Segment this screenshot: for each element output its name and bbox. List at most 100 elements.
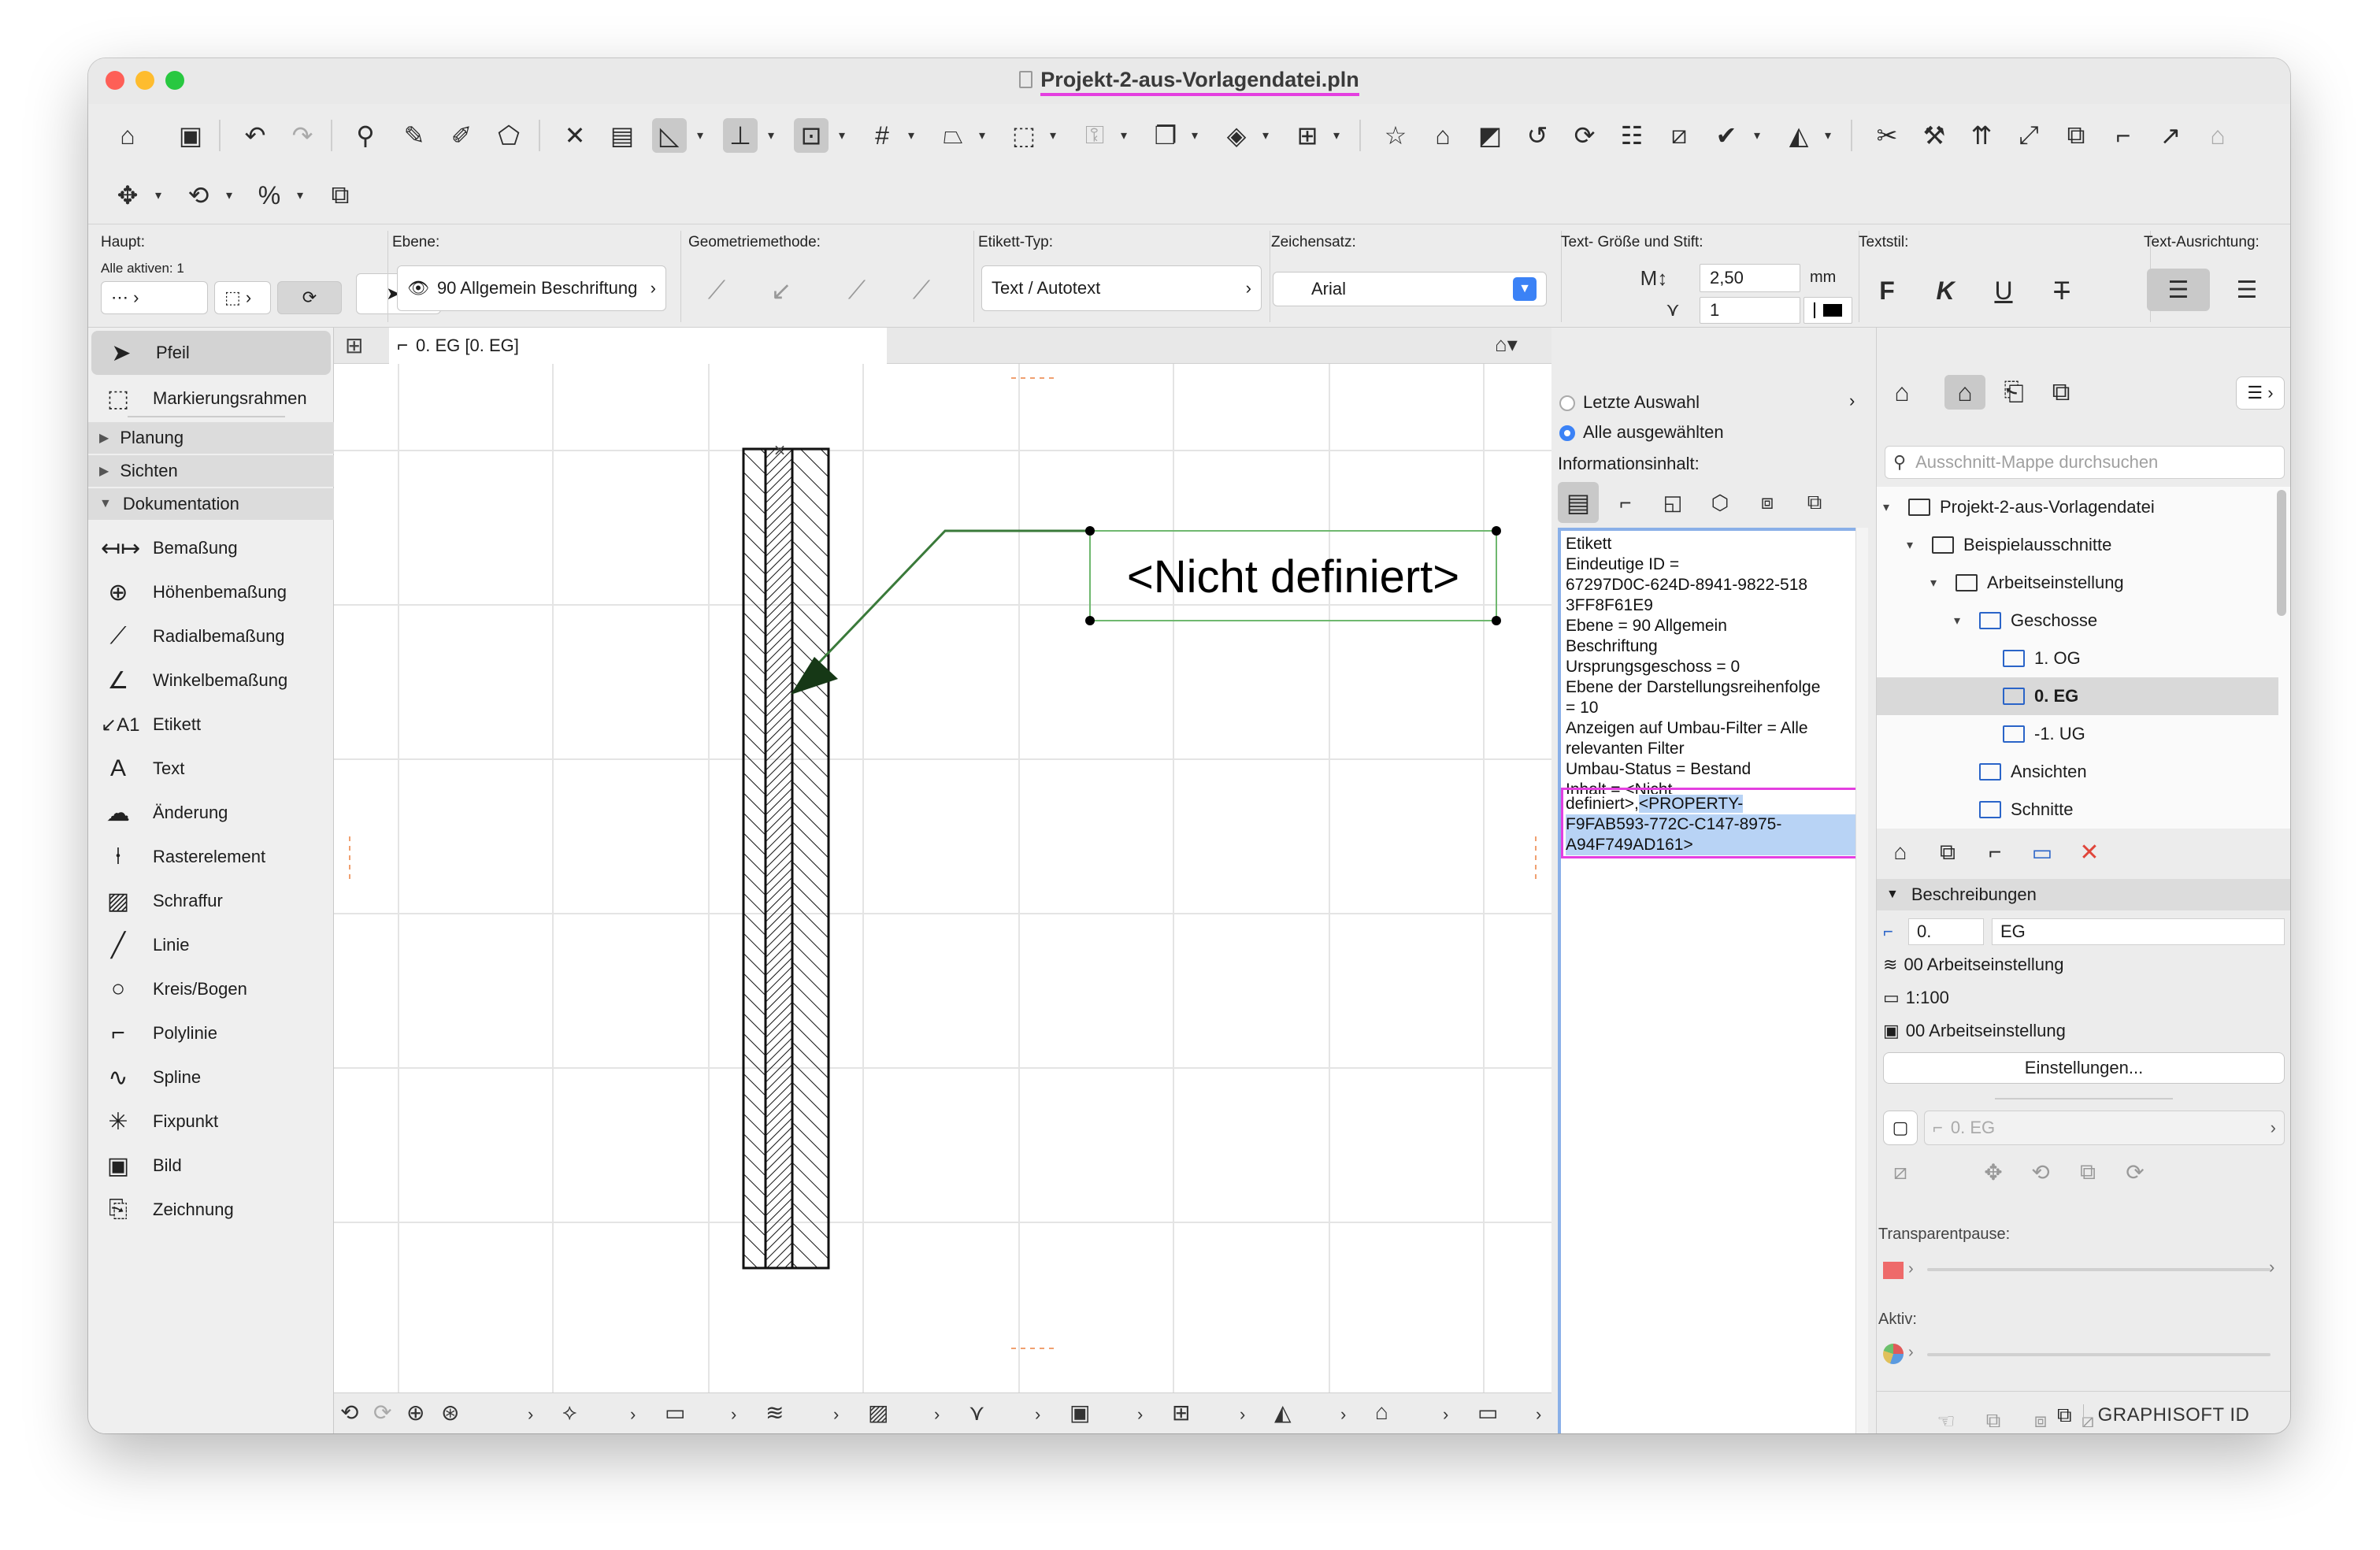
font-dropdown[interactable]: Arial ▼ [1273,272,1547,306]
curve-icon[interactable]: ↗ [2153,118,2188,153]
chevron-right-icon[interactable]: › [1443,1404,1448,1425]
tree-item-minus-1-ug[interactable]: -1. UG [2003,715,2085,753]
tool-radialbemassung[interactable]: ⟋ Radialbemaßung [88,614,334,658]
chevron-down-icon[interactable]: ▾ [975,118,989,153]
snap-guides-icon[interactable]: ⊥ [723,118,758,153]
chevron-right-icon[interactable]: › [528,1404,533,1425]
scale-icon[interactable]: ▭ [665,1400,685,1426]
align-justify-button[interactable]: ☰ [2218,269,2276,311]
underline-button[interactable]: U [1986,273,2021,308]
offset-icon[interactable]: ⧉ [2059,118,2093,153]
snap-icon[interactable]: ✕ [558,118,592,153]
markup-icon[interactable]: ▭ [1477,1400,1498,1426]
move-icon[interactable]: ✥ [110,178,145,213]
tree-scrollbar[interactable] [2277,490,2286,616]
resize-icon[interactable]: ⤢ [2011,118,2046,153]
group-planung[interactable]: ▶ Planung [88,422,334,454]
classification-info-icon[interactable]: ⧉ [1797,485,1832,520]
edit-selection-icon[interactable]: ⬠ [491,118,526,153]
tool-fixpunkt[interactable]: ✳ Fixpunkt [88,1099,334,1144]
group-icon[interactable]: ❐ [1148,118,1183,153]
tool-hoehenbemassung[interactable]: ⊕ Höhenbemaßung [88,570,334,614]
tool-schraffur[interactable]: ▨ Schraffur [88,879,334,923]
tree-item-arbeitseinstellung[interactable]: ▾ Arbeitseinstellung [1930,564,2124,602]
tool-text[interactable]: A Text [88,747,334,791]
chevron-down-icon[interactable]: ▾ [1750,118,1764,153]
view-id-input[interactable]: 0. [1908,918,1984,945]
tool-spline[interactable]: ∿ Spline [88,1055,334,1099]
wall-element[interactable]: × [742,440,830,1270]
tool-markierungsrahmen[interactable]: ⬚ Markierungsrahmen [88,376,334,421]
chevron-right-icon[interactable]: › [934,1404,940,1425]
general-info-icon[interactable]: ▤ [1558,482,1599,523]
chevron-right-icon[interactable]: › [1137,1404,1143,1425]
geometry-method-3-icon[interactable]: ⟋ [840,273,874,308]
chevron-down-icon[interactable]: ▾ [151,178,165,213]
group-sichten[interactable]: ▶ Sichten [88,455,334,487]
floor-plan-canvas[interactable]: ⊞ ⌐ 0. EG [0. EG] ⌂▾ × <Nicht definiert>… [334,328,1551,1433]
tool-rasterelement[interactable]: ⍿ Rasterelement [88,835,334,879]
chevron-down-icon[interactable]: ▾ [1259,118,1273,153]
tool-etikett[interactable]: ↙A1 Etikett [88,703,334,747]
chevron-down-icon[interactable]: ▾ [222,178,236,213]
schedule-icon[interactable]: ☷ [1614,118,1649,153]
roof-icon[interactable]: ⌂ [2200,118,2235,153]
layers-icon[interactable]: ≋ [766,1400,784,1426]
chevron-right-icon[interactable]: › [1849,391,1855,411]
zoom-undo-icon[interactable]: ⟲ [340,1400,358,1426]
label-tag-icon[interactable]: ⧄ [1662,118,1696,153]
magic-wand-button[interactable]: ⟳ [277,281,342,314]
selection-type-dropdown[interactable]: ⋯ › [101,281,208,314]
story-toggle-button[interactable]: ▢ [1883,1111,1918,1145]
structure-icon[interactable]: ◭ [1274,1400,1292,1426]
chevron-right-icon[interactable]: › [833,1404,839,1425]
bold-button[interactable]: F [1870,273,1904,308]
tool-polylinie[interactable]: ⌐ Polylinie [88,1011,334,1055]
project-map-icon[interactable]: ⌂ [1885,375,1919,410]
zoom-redo-icon[interactable]: ⟳ [373,1400,391,1426]
transparency-slider[interactable] [1927,1268,2271,1271]
trace-icon[interactable]: ↺ [1520,118,1555,153]
refresh-view-icon[interactable]: ⟳ [1567,118,1602,153]
3d-info-icon[interactable]: ⬡ [1703,485,1737,520]
marquee-select-icon[interactable]: ⬚ [1006,118,1041,153]
fillet-icon[interactable]: ⌐ [2106,118,2141,153]
chevron-right-icon[interactable]: › [1240,1404,1245,1425]
chevron-down-icon[interactable]: ▾ [1329,118,1344,153]
chevron-right-icon[interactable]: › [1908,1260,1914,1278]
tree-item-schnitte[interactable]: Schnitte [1979,791,2074,829]
properties-info-icon[interactable]: ⧈ [1750,485,1785,520]
pie-color-icon[interactable] [1883,1344,1904,1364]
chevron-down-icon[interactable]: ▾ [904,118,918,153]
new-folder-icon[interactable]: ⌐ [1978,835,2012,870]
zoom-fit-icon[interactable]: ⊛ [441,1400,459,1426]
favorites-star-icon[interactable]: ☆ [1378,118,1413,153]
tab-0-eg[interactable]: ⌐ 0. EG [0. EG] [389,328,887,364]
chevron-down-icon[interactable]: ▾ [1046,118,1060,153]
tool-kreis-bogen[interactable]: ○ Kreis/Bogen [88,967,334,1011]
chevron-right-icon[interactable]: › [731,1404,736,1425]
xy-coordinates-icon[interactable]: ⊡ [794,118,829,153]
info-scrollbar[interactable] [1855,528,1868,1433]
label-box[interactable]: <Nicht definiert> [1085,526,1501,625]
chevron-right-icon[interactable]: › [2269,1257,2274,1277]
overlay-icon[interactable]: ⧉ [1976,1404,2011,1433]
grid-snap-icon[interactable]: # [865,118,899,153]
tree-item-geschosse[interactable]: ▾ Geschosse [1954,602,2097,640]
pen-number-input[interactable]: 1 [1700,297,1800,324]
tool-bemassung[interactable]: ↤↦ Bemaßung [88,526,334,570]
chevron-down-icon[interactable]: ▾ [1930,575,1948,591]
italic-button[interactable]: K [1928,273,1963,308]
color-swatch[interactable] [1883,1262,1904,1279]
adjust-icon[interactable]: ⚒ [1917,118,1952,153]
view-map-search-input[interactable]: ⚲ Ausschnitt-Mappe durchsuchen [1885,446,2285,479]
tree-item-0-eg[interactable]: 0. EG [1877,677,2278,715]
percent-icon[interactable]: % [252,178,287,213]
surface-icon[interactable]: ◭ [1781,118,1816,153]
radio-all-selected[interactable] [1559,425,1575,441]
geometry-method-1-icon[interactable]: ⟋ [699,273,734,308]
save-icon[interactable]: ▣ [173,118,208,153]
rotate-view-icon[interactable]: ⟡ [562,1400,577,1426]
element-transfer-icon[interactable]: ⊞ [1290,118,1325,153]
pen-set-icon[interactable]: ⋎ [969,1400,985,1426]
